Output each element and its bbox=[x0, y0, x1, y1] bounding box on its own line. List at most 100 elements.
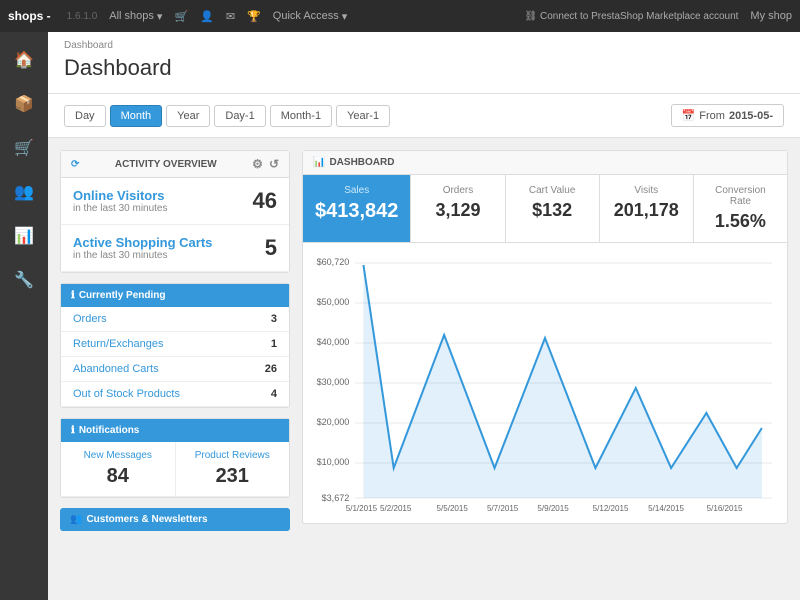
pending-abandoned-label[interactable]: Abandoned Carts bbox=[73, 363, 159, 375]
svg-text:5/2/2015: 5/2/2015 bbox=[380, 504, 412, 513]
connect-marketplace-btn[interactable]: ⛓ Connect to PrestaShop Marketplace acco… bbox=[524, 11, 738, 22]
sales-label: Sales bbox=[315, 185, 398, 196]
customers-header[interactable]: 👥 Customers & Newsletters bbox=[60, 508, 290, 531]
conversion-stat-cell: Conversion Rate 1.56% bbox=[694, 175, 787, 242]
my-shop-btn[interactable]: My shop bbox=[750, 10, 792, 22]
notifications-grid: New Messages 84 Product Reviews 231 bbox=[61, 442, 289, 497]
activity-overview-card: ⟳ ACTIVITY OVERVIEW ⚙ ↺ Online Visitors … bbox=[60, 150, 290, 273]
stats-row: Sales $413,842 Orders 3,129 Cart Value $… bbox=[303, 175, 787, 243]
product-reviews-count: 231 bbox=[186, 465, 280, 488]
brand-logo: shops - bbox=[8, 9, 51, 23]
shopping-carts-item: Active Shopping Carts in the last 30 min… bbox=[61, 225, 289, 272]
sync-icon: ⟳ bbox=[71, 159, 79, 170]
month-minus1-filter-btn[interactable]: Month-1 bbox=[270, 105, 332, 127]
quick-access-menu[interactable]: Quick Access ▾ bbox=[273, 10, 348, 23]
svg-text:5/5/2015: 5/5/2015 bbox=[437, 504, 469, 513]
svg-text:5/14/2015: 5/14/2015 bbox=[648, 504, 684, 513]
svg-text:$20,000: $20,000 bbox=[317, 417, 350, 427]
online-visitors-sublabel: in the last 30 minutes bbox=[73, 203, 168, 214]
online-visitors-item: Online Visitors in the last 30 minutes 4… bbox=[61, 178, 289, 225]
product-reviews-cell: Product Reviews 231 bbox=[176, 442, 290, 496]
sales-value: $413,842 bbox=[315, 200, 398, 223]
main-content: Dashboard Dashboard Day Month Year Day-1… bbox=[48, 32, 800, 600]
top-navigation: shops - 1.6.1.0 All shops ▾ 🛒 👤 ✉ 🏆 Quic… bbox=[0, 0, 800, 32]
chart-area: $60,720 $50,000 $40,000 $30,000 $20,000 … bbox=[303, 243, 787, 523]
pending-card: ℹ Currently Pending Orders 3 Return/Exch… bbox=[60, 283, 290, 408]
new-messages-label[interactable]: New Messages bbox=[71, 450, 165, 461]
chevron-down-icon: ▾ bbox=[342, 10, 348, 23]
cart-label: Cart Value bbox=[518, 185, 587, 196]
mail-icon[interactable]: ✉ bbox=[226, 10, 235, 23]
pending-outofstock-label[interactable]: Out of Stock Products bbox=[73, 388, 180, 400]
version-label: 1.6.1.0 bbox=[67, 11, 98, 22]
sidebar-item-modules[interactable]: 🔧 bbox=[4, 260, 44, 300]
link-icon: ⛓ bbox=[524, 11, 537, 22]
visits-stat-cell: Visits 201,178 bbox=[600, 175, 694, 242]
shopping-carts-count: 5 bbox=[265, 235, 277, 261]
right-panel: 📊 DASHBOARD Sales $413,842 Orders 3,129 bbox=[302, 150, 788, 531]
sidebar-item-stats[interactable]: 📊 bbox=[4, 216, 44, 256]
bell-icon[interactable]: 🏆 bbox=[247, 10, 261, 23]
year-minus1-filter-btn[interactable]: Year-1 bbox=[336, 105, 390, 127]
visits-label: Visits bbox=[612, 185, 681, 196]
dashboard-body: ⟳ ACTIVITY OVERVIEW ⚙ ↺ Online Visitors … bbox=[48, 138, 800, 543]
day-minus1-filter-btn[interactable]: Day-1 bbox=[214, 105, 265, 127]
breadcrumb: Dashboard bbox=[64, 40, 784, 51]
from-label: From bbox=[699, 110, 725, 122]
month-filter-btn[interactable]: Month bbox=[110, 105, 163, 127]
svg-text:$30,000: $30,000 bbox=[317, 377, 350, 387]
year-filter-btn[interactable]: Year bbox=[166, 105, 210, 127]
svg-text:$10,000: $10,000 bbox=[317, 457, 350, 467]
calendar-icon: 📅 bbox=[682, 109, 696, 122]
svg-text:$60,720: $60,720 bbox=[317, 257, 350, 267]
svg-text:$3,672: $3,672 bbox=[322, 493, 350, 503]
day-filter-btn[interactable]: Day bbox=[64, 105, 106, 127]
left-panel: ⟳ ACTIVITY OVERVIEW ⚙ ↺ Online Visitors … bbox=[60, 150, 290, 531]
pending-orders-row: Orders 3 bbox=[61, 307, 289, 332]
main-layout: 🏠 📦 🛒 👥 📊 🔧 Dashboard Dashboard Day Mont… bbox=[0, 32, 800, 600]
svg-text:$40,000: $40,000 bbox=[317, 337, 350, 347]
pending-orders-count: 3 bbox=[271, 313, 277, 325]
product-reviews-label[interactable]: Product Reviews bbox=[186, 450, 280, 461]
users-icon: 👥 bbox=[70, 514, 82, 525]
shopping-carts-sublabel: in the last 30 minutes bbox=[73, 250, 212, 261]
conversion-label: Conversion Rate bbox=[706, 185, 775, 207]
date-range-picker[interactable]: 📅 From 2015-05- bbox=[671, 104, 784, 127]
orders-label: Orders bbox=[423, 185, 492, 196]
pending-abandoned-row: Abandoned Carts 26 bbox=[61, 357, 289, 382]
info-icon: ℹ bbox=[71, 290, 75, 301]
pending-orders-label[interactable]: Orders bbox=[73, 313, 107, 325]
shopping-carts-label[interactable]: Active Shopping Carts bbox=[73, 235, 212, 250]
dashboard-chart-header: 📊 DASHBOARD bbox=[303, 151, 787, 175]
refresh-icon[interactable]: ↺ bbox=[269, 157, 279, 171]
new-messages-cell: New Messages 84 bbox=[61, 442, 176, 496]
all-shops-menu[interactable]: All shops ▾ bbox=[109, 10, 162, 23]
svg-text:5/12/2015: 5/12/2015 bbox=[593, 504, 629, 513]
conversion-value: 1.56% bbox=[706, 211, 775, 232]
cart-value: $132 bbox=[518, 200, 587, 221]
pending-returns-label[interactable]: Return/Exchanges bbox=[73, 338, 164, 350]
visits-value: 201,178 bbox=[612, 200, 681, 221]
user-icon[interactable]: 👤 bbox=[200, 10, 214, 23]
pending-outofstock-row: Out of Stock Products 4 bbox=[61, 382, 289, 407]
cart-icon[interactable]: 🛒 bbox=[174, 10, 188, 23]
svg-text:5/7/2015: 5/7/2015 bbox=[487, 504, 519, 513]
svg-text:5/1/2015: 5/1/2015 bbox=[346, 504, 378, 513]
pending-abandoned-count: 26 bbox=[265, 363, 277, 375]
online-visitors-label[interactable]: Online Visitors bbox=[73, 188, 168, 203]
dashboard-chart-card: 📊 DASHBOARD Sales $413,842 Orders 3,129 bbox=[302, 150, 788, 524]
sidebar: 🏠 📦 🛒 👥 📊 🔧 bbox=[0, 32, 48, 600]
chevron-down-icon: ▾ bbox=[157, 10, 163, 23]
sidebar-item-catalog[interactable]: 📦 bbox=[4, 84, 44, 124]
activity-overview-header: ⟳ ACTIVITY OVERVIEW ⚙ ↺ bbox=[61, 151, 289, 178]
new-messages-count: 84 bbox=[71, 465, 165, 488]
cart-stat-cell: Cart Value $132 bbox=[506, 175, 600, 242]
pending-outofstock-count: 4 bbox=[271, 388, 277, 400]
sidebar-item-home[interactable]: 🏠 bbox=[4, 40, 44, 80]
sidebar-item-orders[interactable]: 🛒 bbox=[4, 128, 44, 168]
page-title: Dashboard bbox=[64, 55, 784, 81]
from-date: 2015-05- bbox=[729, 110, 773, 122]
gear-icon[interactable]: ⚙ bbox=[252, 157, 263, 171]
sidebar-item-customers[interactable]: 👥 bbox=[4, 172, 44, 212]
date-filter-bar: Day Month Year Day-1 Month-1 Year-1 📅 Fr… bbox=[48, 94, 800, 138]
